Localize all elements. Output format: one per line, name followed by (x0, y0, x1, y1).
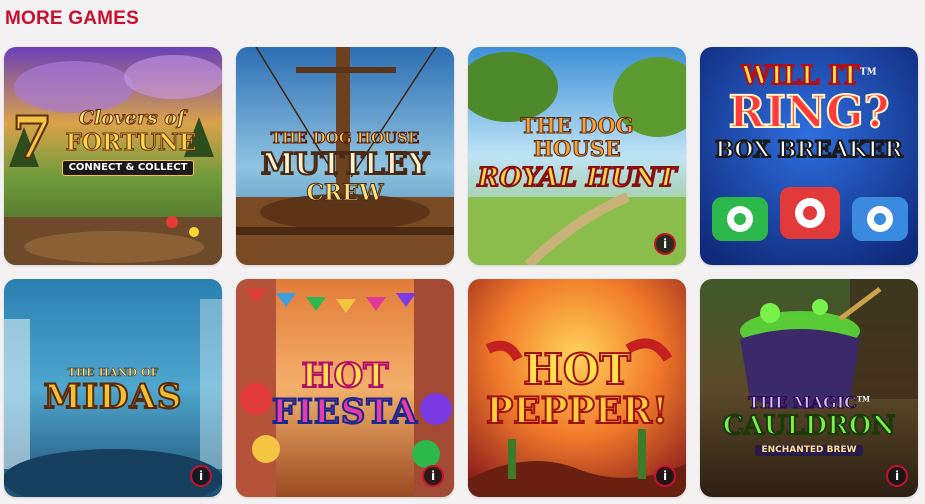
game-tile-magic-cauldron[interactable]: THE MAGICTM CAULDRON ENCHANTED BREW i (700, 279, 918, 497)
logo-line-the-magic: THE MAGICTM (700, 393, 918, 412)
info-icon[interactable]: i (886, 465, 908, 487)
game-artwork (700, 279, 918, 497)
section-title: MORE GAMES (5, 8, 139, 29)
logo-line-box-breaker: BOX BREAKER (714, 137, 903, 163)
info-icon[interactable]: i (654, 465, 676, 487)
logo-line-house: HOUSE (533, 136, 622, 161)
game-logo: 7 Clovers of FORTUNE CONNECT & COLLECT (4, 104, 222, 176)
logo-line-the-dog: THE DOG (520, 113, 634, 138)
game-tile-hand-of-midas[interactable]: THE HAND OF MIDAS i (4, 279, 222, 497)
logo-line-pepper: PEPPER! (485, 390, 669, 432)
logo-line-fortune: FORTUNE (65, 129, 197, 156)
game-tile-dog-house-muttley-crew[interactable]: THE DOG HOUSE MUTTLEY CREW (236, 47, 454, 265)
game-logo: HOT FIESTA (236, 356, 454, 432)
logo-line-fiesta: FIESTA (271, 392, 419, 432)
info-icon[interactable]: i (654, 233, 676, 255)
logo-line-enchanted-brew: ENCHANTED BREW (755, 445, 863, 456)
game-tile-hot-fiesta[interactable]: HOT FIESTA i (236, 279, 454, 497)
logo-line-midas: MIDAS (43, 377, 183, 417)
game-tile-dog-house-royal-hunt[interactable]: THE DOG HOUSE ROYAL HUNT i (468, 47, 686, 265)
info-icon[interactable]: i (422, 465, 444, 487)
logo-line-hot: HOT (522, 345, 632, 394)
logo-line-crew: CREW (306, 180, 384, 206)
info-icon[interactable]: i (190, 465, 212, 487)
game-tile-7-clovers-of-fortune[interactable]: 7 Clovers of FORTUNE CONNECT & COLLECT (4, 47, 222, 265)
logo-line-cauldron: CAULDRON (722, 411, 896, 441)
logo-line-connect: CONNECT & COLLECT (61, 160, 195, 176)
game-logo: HOT PEPPER! (468, 345, 686, 432)
logo-line-hot: HOT (300, 356, 389, 396)
logo-line-clovers: Clovers of (78, 107, 186, 129)
game-logo: THE MAGICTM CAULDRON ENCHANTED BREW (700, 393, 918, 456)
game-tile-will-it-ring-box-breaker[interactable]: WILL ITTM RING? BOX BREAKER (700, 47, 918, 265)
logo-line-ring: RING? (728, 87, 891, 138)
game-logo: THE DOG HOUSE MUTTLEY CREW (236, 129, 454, 206)
logo-the-magic-text: THE MAGIC (748, 393, 858, 412)
game-logo: THE DOG HOUSE ROYAL HUNT (468, 113, 686, 193)
logo-line-royal-hunt: ROYAL HUNT (476, 163, 677, 193)
game-logo: THE HAND OF MIDAS (4, 367, 222, 417)
logo-seven: 7 (11, 104, 53, 172)
games-grid: 7 Clovers of FORTUNE CONNECT & COLLECT T… (4, 47, 918, 497)
game-tile-hot-pepper[interactable]: HOT PEPPER! i (468, 279, 686, 497)
logo-line-muttley: MUTTLEY (260, 147, 430, 182)
logo-line-will-it: WILL ITTM (700, 62, 918, 90)
trademark-mark: TM (856, 394, 870, 404)
game-logo: WILL ITTM RING? BOX BREAKER (700, 62, 918, 163)
trademark-mark: TM (859, 67, 877, 78)
logo-line-dog-house: THE DOG HOUSE (270, 129, 420, 147)
